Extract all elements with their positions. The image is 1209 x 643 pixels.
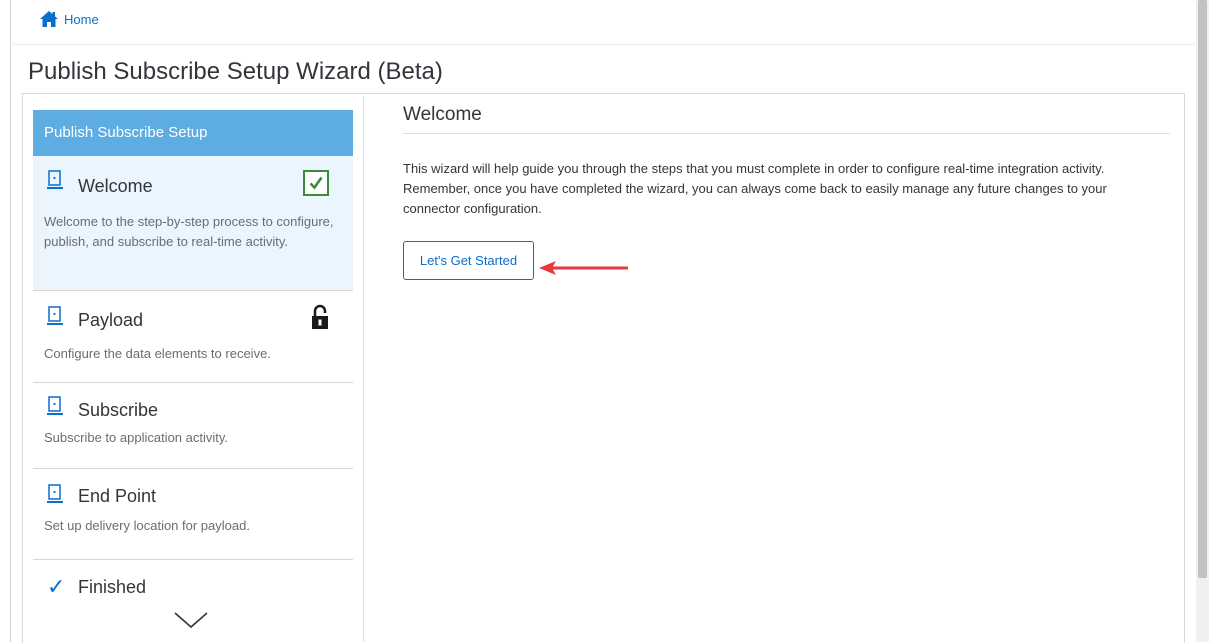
home-label: Home <box>64 11 99 27</box>
content-title-rule <box>403 133 1170 134</box>
step-title: Welcome <box>78 176 153 196</box>
step-description: Welcome to the step-by-step process to c… <box>44 214 334 249</box>
lock-icon <box>312 304 328 329</box>
step-title: Finished <box>78 577 147 597</box>
breadcrumb-home-link[interactable]: Home <box>39 10 99 28</box>
panel-divider <box>363 96 364 642</box>
step-tablet-icon <box>47 306 63 325</box>
step-title: Payload <box>78 310 144 330</box>
page-title: Publish Subscribe Setup Wizard (Beta) <box>28 58 443 85</box>
step-description: Configure the data elements to receive. <box>44 346 271 361</box>
wizard-nav-header: Publish Subscribe Setup <box>33 110 353 156</box>
wizard-step-nav: Publish Subscribe Setup Welcome Welcome … <box>33 110 353 642</box>
step-end-point[interactable]: End Point Set up delivery location for p… <box>33 468 353 560</box>
window-left-edge <box>0 0 11 642</box>
step-tablet-icon <box>47 396 63 415</box>
wizard-nav-header-label: Publish Subscribe Setup <box>44 124 208 141</box>
step-description: Set up delivery location for payload. <box>44 518 250 533</box>
annotation-arrow-icon <box>539 261 628 275</box>
completed-check-icon <box>303 170 329 196</box>
step-description: Subscribe to application activity. <box>44 430 229 445</box>
step-tablet-icon <box>47 484 63 503</box>
content-title: Welcome <box>403 104 482 125</box>
step-payload[interactable]: Payload Configure the data elements to r… <box>33 290 353 383</box>
step-tablet-icon <box>47 170 63 189</box>
step-welcome[interactable]: Welcome Welcome to the step-by-step proc… <box>33 156 353 291</box>
top-bar: Home <box>12 0 1196 45</box>
checkmark-icon: ✓ <box>47 574 66 599</box>
step-title: End Point <box>78 486 157 506</box>
step-subscribe[interactable]: Subscribe Subscribe to application activ… <box>33 382 353 469</box>
vertical-scrollbar[interactable] <box>1196 0 1209 642</box>
step-title: Subscribe <box>78 400 159 420</box>
welcome-text: This wizard will help guide you through … <box>403 161 1107 216</box>
lets-get-started-button[interactable]: Let's Get Started <box>403 241 534 280</box>
home-icon <box>40 11 58 27</box>
chevron-down-icon[interactable] <box>173 610 209 630</box>
scrollbar-thumb[interactable] <box>1198 0 1207 578</box>
